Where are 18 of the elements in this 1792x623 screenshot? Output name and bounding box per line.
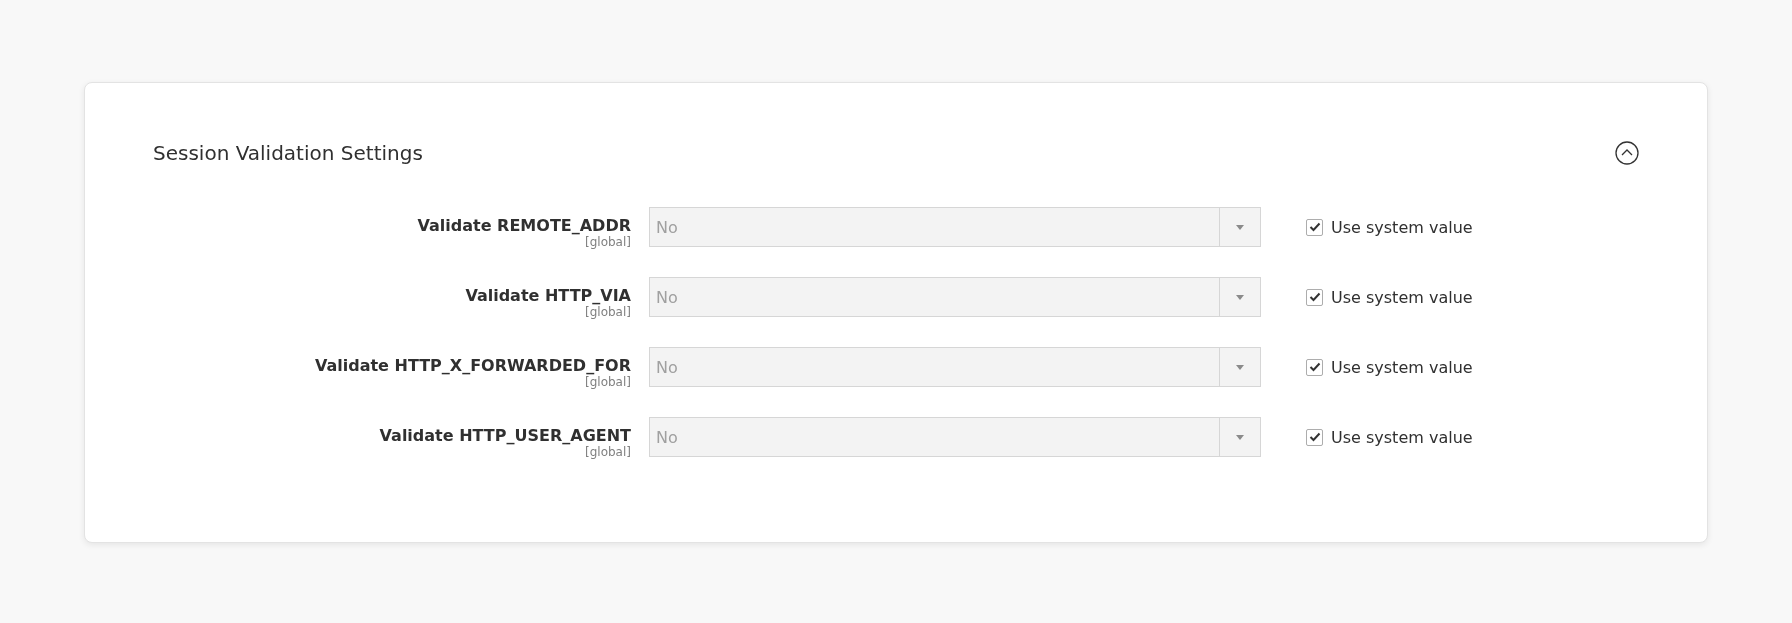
- checkbox-label: Use system value: [1331, 357, 1473, 377]
- collapse-icon[interactable]: [1615, 141, 1639, 165]
- caret-icon: [1236, 294, 1244, 300]
- caret-icon: [1236, 224, 1244, 230]
- field-label: Validate HTTP_X_FORWARDED_FOR: [314, 356, 631, 375]
- checkbox-label: Use system value: [1331, 287, 1473, 307]
- scope-label: [global]: [585, 305, 631, 319]
- field-label: Validate HTTP_VIA: [465, 286, 631, 305]
- caret-icon: [1236, 364, 1244, 370]
- section-title: Session Validation Settings: [153, 141, 423, 165]
- scope-label: [global]: [585, 375, 631, 389]
- checkbox-label: Use system value: [1331, 217, 1473, 237]
- field-label: Validate HTTP_USER_AGENT: [379, 426, 631, 445]
- scope-label: [global]: [585, 445, 631, 459]
- field-label: Validate REMOTE_ADDR: [417, 216, 631, 235]
- scope-label: [global]: [585, 235, 631, 249]
- caret-icon: [1236, 434, 1244, 440]
- checkbox-label: Use system value: [1331, 427, 1473, 447]
